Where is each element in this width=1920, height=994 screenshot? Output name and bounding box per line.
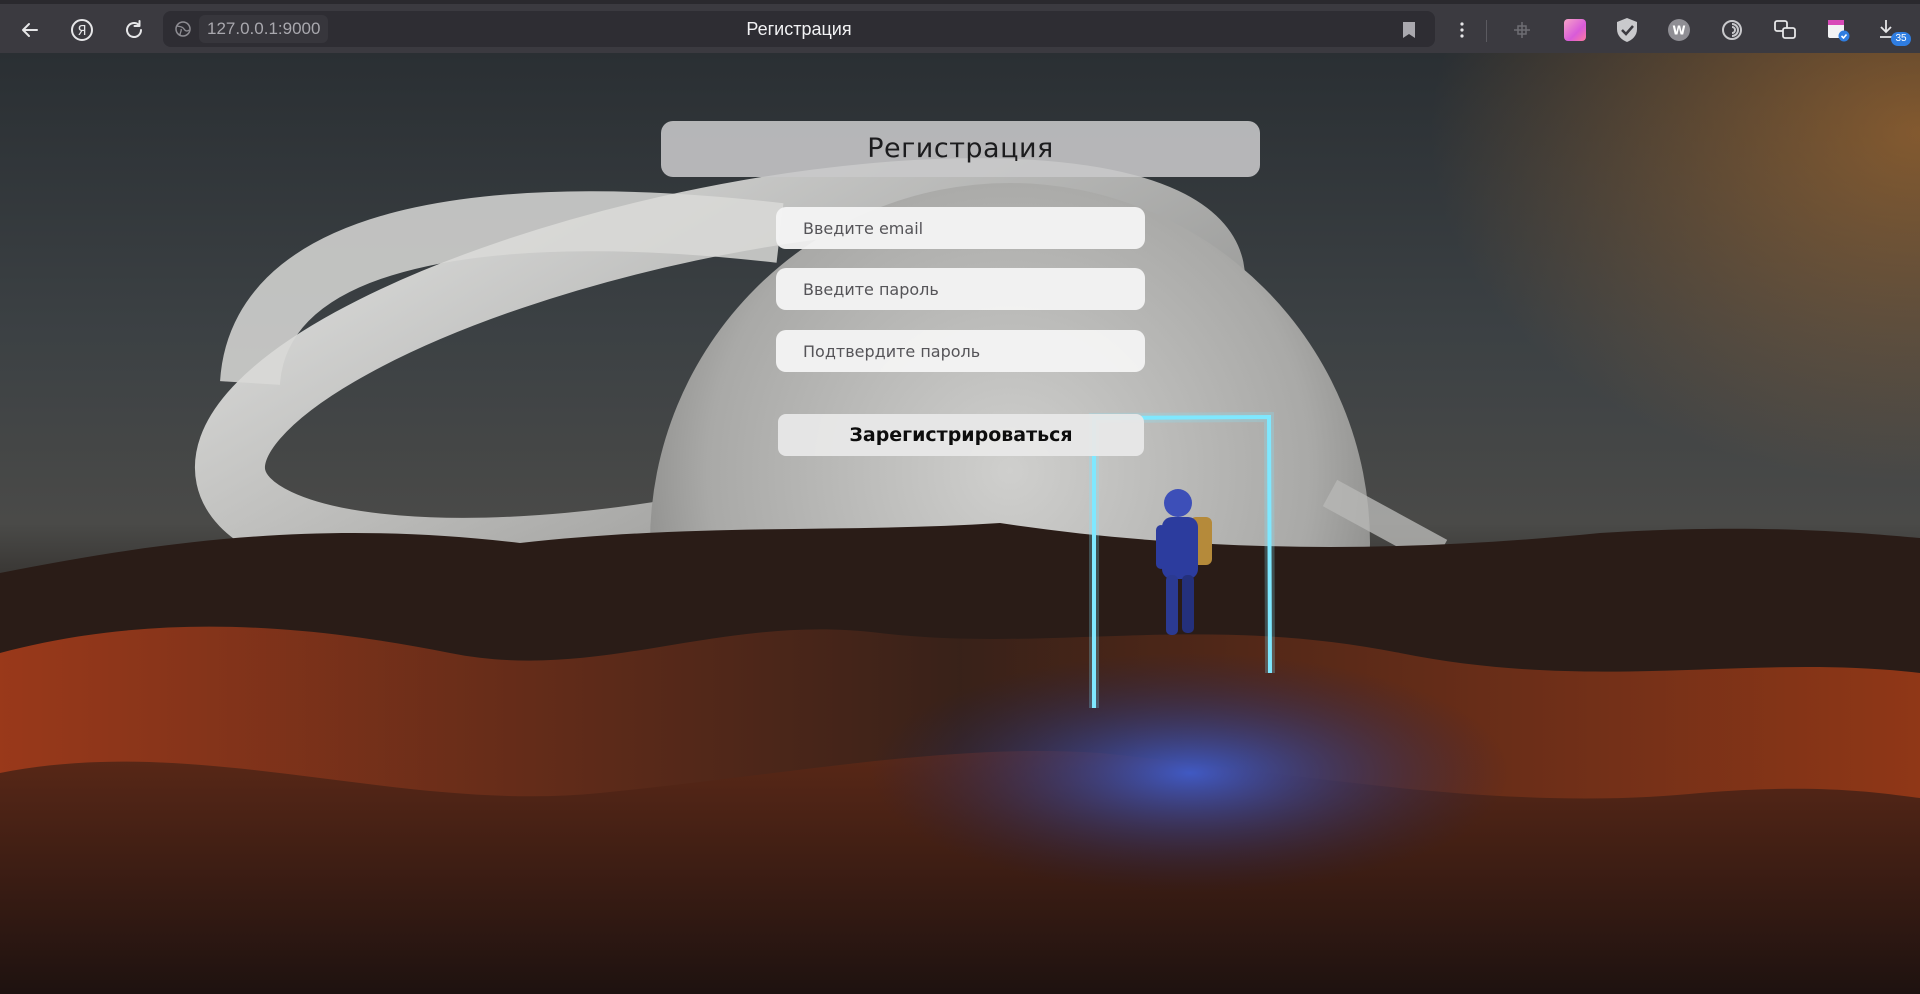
calendar-check-icon bbox=[1828, 20, 1850, 42]
w-badge-icon: W bbox=[1668, 19, 1690, 41]
chat-bubbles-icon bbox=[1774, 20, 1796, 39]
puzzle-icon bbox=[1514, 22, 1530, 38]
svg-text:Я: Я bbox=[77, 24, 86, 39]
form-title: Регистрация bbox=[661, 121, 1260, 177]
kebab-menu-icon bbox=[1460, 22, 1464, 38]
yandex-home-button[interactable]: Я bbox=[65, 13, 99, 47]
page-title-in-omnibox: Регистрация bbox=[746, 19, 852, 39]
extension-chat[interactable] bbox=[1771, 16, 1799, 44]
password-input[interactable] bbox=[776, 268, 1145, 310]
reload-icon bbox=[126, 20, 142, 38]
back-button[interactable] bbox=[13, 13, 47, 47]
back-arrow-icon bbox=[22, 23, 38, 37]
extension-puzzle[interactable] bbox=[1508, 16, 1536, 44]
extension-swirl[interactable] bbox=[1718, 16, 1746, 44]
toolbar-divider bbox=[1486, 20, 1487, 42]
downloads-button[interactable]: 35 bbox=[1877, 16, 1911, 46]
svg-text:W: W bbox=[1672, 24, 1685, 38]
register-button[interactable]: Зарегистрироваться bbox=[778, 414, 1144, 456]
globe-icon bbox=[173, 19, 193, 39]
extension-shield[interactable] bbox=[1613, 16, 1641, 44]
more-menu-button[interactable] bbox=[1448, 16, 1476, 44]
page-background: Регистрация Зарегистрироваться bbox=[0, 53, 1920, 994]
url-text[interactable]: 127.0.0.1:9000 bbox=[199, 15, 329, 43]
background-scene bbox=[0, 158, 1920, 994]
extension-calendar[interactable] bbox=[1824, 16, 1852, 44]
extension-gradient[interactable] bbox=[1561, 16, 1589, 44]
blue-glow-hill bbox=[870, 653, 1510, 893]
browser-toolbar: Я 127.0.0.1:9000 Регистрация W 35 bbox=[0, 0, 1920, 53]
shield-check-icon bbox=[1617, 18, 1637, 42]
bookmark-icon[interactable] bbox=[1401, 21, 1417, 39]
address-bar[interactable]: 127.0.0.1:9000 Регистрация bbox=[163, 11, 1435, 47]
reload-button[interactable] bbox=[117, 13, 151, 47]
extension-w[interactable]: W bbox=[1665, 16, 1693, 44]
email-input[interactable] bbox=[776, 207, 1145, 249]
download-count-badge: 35 bbox=[1891, 32, 1911, 46]
gradient-square-icon bbox=[1564, 19, 1586, 41]
yandex-icon: Я bbox=[71, 19, 93, 41]
confirm-password-input[interactable] bbox=[776, 330, 1145, 372]
swirl-icon bbox=[1722, 20, 1742, 40]
